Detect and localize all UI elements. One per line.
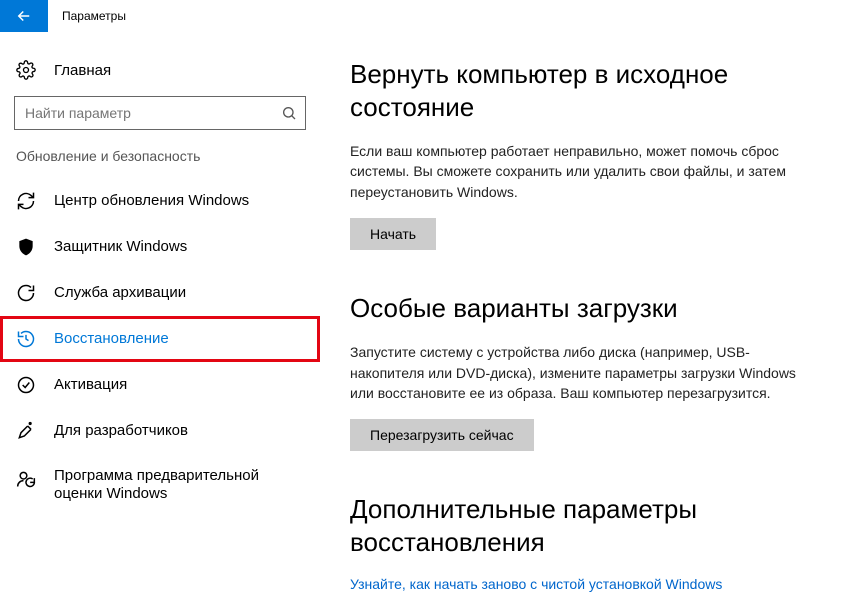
- search-input[interactable]: [25, 105, 281, 121]
- section-reset: Вернуть компьютер в исходное состояние Е…: [350, 58, 811, 250]
- sidebar-home[interactable]: Главная: [0, 52, 320, 96]
- sidebar-item-label: Восстановление: [54, 330, 169, 348]
- sidebar: Главная Обновление и безопасность Центр …: [0, 32, 320, 609]
- search-box[interactable]: [14, 96, 306, 130]
- sidebar-item-windows-update[interactable]: Центр обновления Windows: [0, 178, 320, 224]
- sidebar-item-label: Активация: [54, 376, 127, 394]
- gear-icon: [16, 60, 36, 80]
- sidebar-section-header: Обновление и безопасность: [0, 148, 320, 178]
- main-content: Вернуть компьютер в исходное состояние Е…: [320, 32, 841, 609]
- backup-icon: [16, 283, 36, 303]
- window-title: Параметры: [48, 9, 126, 23]
- back-button[interactable]: [0, 0, 48, 32]
- restart-now-button[interactable]: Перезагрузить сейчас: [350, 419, 534, 451]
- arrow-left-icon: [15, 7, 33, 25]
- section-description: Запустите систему с устройства либо диск…: [350, 342, 810, 403]
- search-icon: [281, 105, 297, 121]
- shield-icon: [16, 237, 36, 257]
- sidebar-item-label: Защитник Windows: [54, 238, 187, 256]
- section-title: Вернуть компьютер в исходное состояние: [350, 58, 811, 123]
- section-more-recovery: Дополнительные параметры восстановления …: [350, 493, 811, 592]
- titlebar: Параметры: [0, 0, 841, 32]
- check-circle-icon: [16, 375, 36, 395]
- history-icon: [16, 329, 36, 349]
- sync-icon: [16, 191, 36, 211]
- person-sync-icon: [16, 469, 36, 489]
- sidebar-item-label: Центр обновления Windows: [54, 192, 249, 210]
- sidebar-item-label: Программа предварительной оценки Windows: [54, 467, 294, 503]
- section-title: Особые варианты загрузки: [350, 292, 811, 325]
- section-advanced-startup: Особые варианты загрузки Запустите систе…: [350, 292, 811, 451]
- fresh-start-link[interactable]: Узнайте, как начать заново с чистой уста…: [350, 576, 722, 592]
- sidebar-home-label: Главная: [54, 62, 111, 79]
- section-title: Дополнительные параметры восстановления: [350, 493, 811, 558]
- sidebar-item-backup[interactable]: Служба архивации: [0, 270, 320, 316]
- sidebar-item-label: Служба архивации: [54, 284, 186, 302]
- section-description: Если ваш компьютер работает неправильно,…: [350, 141, 810, 202]
- sidebar-item-recovery[interactable]: Восстановление: [0, 316, 320, 362]
- reset-start-button[interactable]: Начать: [350, 218, 436, 250]
- sidebar-item-developers[interactable]: Для разработчиков: [0, 408, 320, 454]
- sidebar-item-label: Для разработчиков: [54, 422, 188, 440]
- sidebar-item-insider[interactable]: Программа предварительной оценки Windows: [0, 454, 320, 516]
- sidebar-item-activation[interactable]: Активация: [0, 362, 320, 408]
- sidebar-item-defender[interactable]: Защитник Windows: [0, 224, 320, 270]
- tools-icon: [16, 421, 36, 441]
